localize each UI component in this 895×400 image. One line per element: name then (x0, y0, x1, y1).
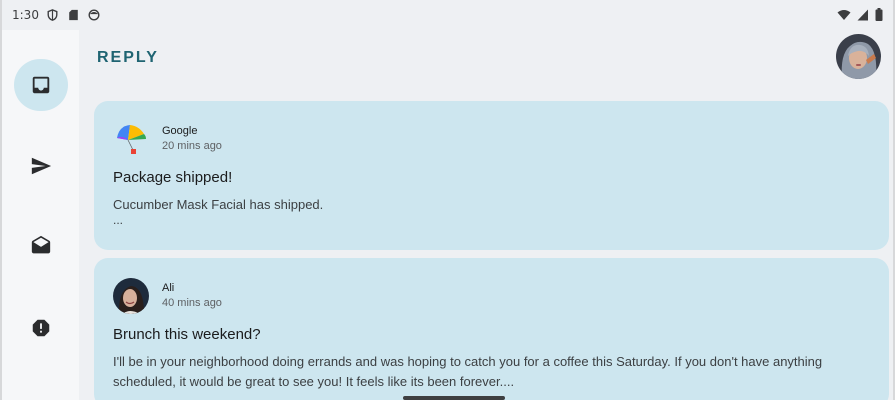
gesture-navigation-bar[interactable] (403, 396, 505, 400)
profile-avatar[interactable] (836, 34, 881, 79)
google-logo-icon (113, 121, 149, 157)
rail-item-spam[interactable] (14, 302, 68, 354)
email-time: 20 mins ago (162, 140, 222, 152)
email-preview: Cucumber Mask Facial has shipped. (113, 197, 324, 212)
signal-icon (857, 9, 868, 20)
sender-name: Google (162, 125, 198, 137)
email-card[interactable]: Ali 40 mins ago Brunch this weekend? I'l… (94, 258, 889, 400)
status-time: 1:30 (12, 8, 39, 22)
rail-item-inbox[interactable] (14, 59, 68, 111)
inbox-icon (32, 76, 50, 94)
wifi-icon (837, 9, 851, 20)
battery-icon (875, 8, 883, 21)
status-icons-right (837, 8, 883, 21)
send-icon (31, 157, 52, 175)
report-icon (32, 319, 50, 337)
navigation-rail (2, 30, 79, 400)
email-card[interactable]: Google 20 mins ago Package shipped! Cucu… (94, 101, 889, 250)
email-subject: Brunch this weekend? (113, 326, 261, 343)
face-icon (88, 9, 100, 21)
sd-card-icon (69, 9, 78, 21)
sender-avatar (113, 121, 149, 157)
email-preview-more: ... (113, 213, 124, 227)
app-title: REPLY (97, 49, 159, 66)
open-mail-icon (31, 235, 51, 254)
rail-item-sent[interactable] (14, 140, 68, 192)
shield-icon (47, 9, 58, 21)
profile-avatar-image (836, 34, 881, 79)
email-preview: I'll be in your neighborhood doing erran… (113, 354, 823, 389)
sender-avatar-image (113, 278, 149, 314)
email-subject: Package shipped! (113, 169, 233, 186)
sender-avatar (113, 278, 149, 314)
sender-name: Ali (162, 282, 175, 294)
email-time: 40 mins ago (162, 297, 222, 309)
status-bar: 1:30 (0, 0, 895, 30)
rail-item-drafts[interactable] (14, 220, 68, 272)
